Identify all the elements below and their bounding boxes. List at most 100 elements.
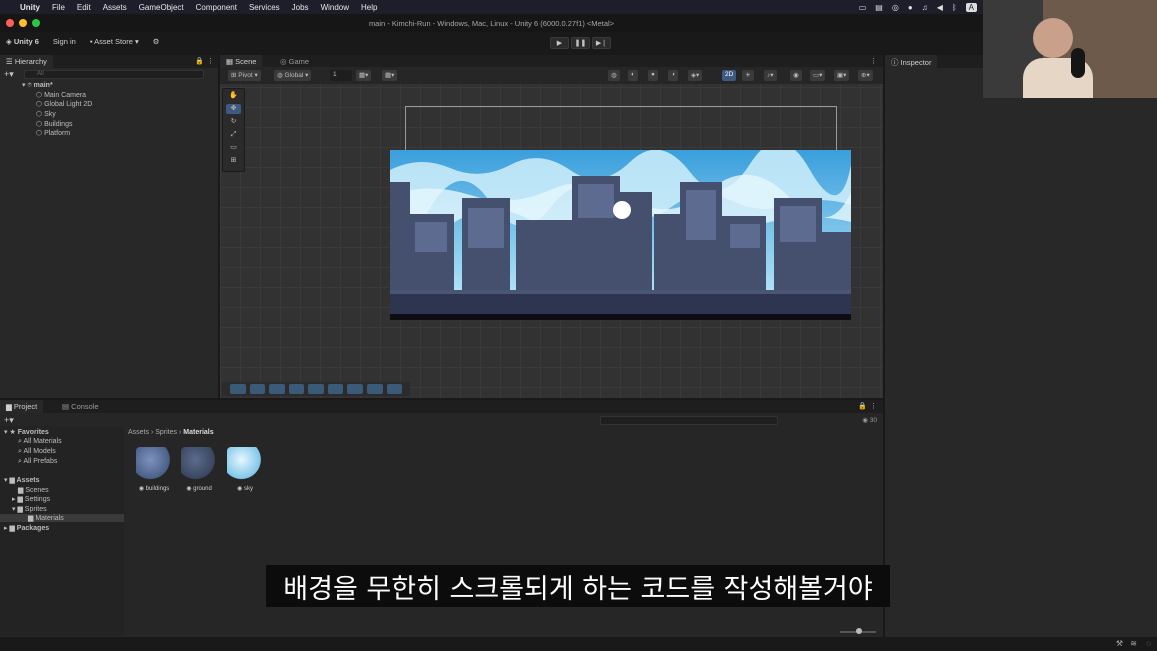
input-source-icon[interactable]: A <box>965 2 977 12</box>
progress-icon[interactable]: ◌ <box>1146 639 1151 648</box>
overlay-zoom-icon[interactable] <box>327 384 344 394</box>
draw-mode-dropdown[interactable]: ◈▾ <box>688 70 703 81</box>
overlay-layers-icon[interactable] <box>366 384 383 394</box>
grid-size-field[interactable]: 1 <box>330 70 352 81</box>
zoom-window-button[interactable] <box>32 19 40 27</box>
packages-folder[interactable]: ▸ ▆ Packages <box>4 524 49 532</box>
zoom-slider[interactable] <box>840 628 876 634</box>
hierarchy-item-platform[interactable]: ⬡ Platform <box>36 129 70 137</box>
close-window-button[interactable] <box>6 19 14 27</box>
favorite-all-models[interactable]: ⌕ All Models <box>18 448 56 456</box>
hierarchy-search-input[interactable]: All <box>24 70 204 79</box>
move-tool-icon[interactable]: ✥ <box>226 104 241 114</box>
toggle-2d-button[interactable]: 2D <box>722 70 737 81</box>
overlay-sprite-icon[interactable] <box>269 384 285 394</box>
render-wireframe-icon[interactable]: ◍ <box>608 70 620 81</box>
menu-file[interactable]: File <box>52 3 65 12</box>
breadcrumb-assets[interactable]: Assets <box>128 429 149 436</box>
hierarchy-item-global-light[interactable]: ⬡ Global Light 2D <box>36 100 92 108</box>
favorites-header[interactable]: ▾ ★ Favorites <box>4 428 49 436</box>
lighting-toggle-icon[interactable]: ☀ <box>742 70 754 81</box>
menu-edit[interactable]: Edit <box>77 3 91 12</box>
favorite-all-prefabs[interactable]: ⌕ All Prefabs <box>18 458 57 466</box>
folder-materials[interactable]: ▆ Materials <box>0 514 124 522</box>
menu-assets[interactable]: Assets <box>103 3 127 12</box>
minimize-window-button[interactable] <box>19 19 27 27</box>
more-menu-icon[interactable]: ⋮ <box>870 57 877 65</box>
scene-root-item[interactable]: ▾ ⌾ main* <box>22 81 53 90</box>
breadcrumb-materials[interactable]: Materials <box>183 429 213 436</box>
create-asset-button[interactable]: +▾ <box>4 415 14 426</box>
audio-toggle-icon[interactable]: ♪▾ <box>764 70 777 81</box>
assets-folder[interactable]: ▾ ▆ Assets <box>4 476 40 484</box>
overlay-move-icon[interactable] <box>347 384 363 394</box>
overlay-grid-icon[interactable] <box>249 384 266 394</box>
overlay-swap-icon[interactable] <box>386 384 403 394</box>
app-status-icon[interactable]: ● <box>908 3 913 12</box>
asset-ground[interactable]: ◉ ground <box>181 447 217 492</box>
lock-icon[interactable]: 🔒 <box>858 402 867 410</box>
unity-account-button[interactable]: ◈ Unity 6 <box>6 37 39 46</box>
render-lit-icon[interactable]: ● <box>648 70 658 81</box>
hand-tool-icon[interactable]: ✋ <box>226 91 241 101</box>
tab-console[interactable]: ▤ Console <box>56 400 105 413</box>
render-unlit-icon[interactable]: ◑ <box>668 70 678 81</box>
overlay-rect-icon[interactable] <box>230 384 246 394</box>
menu-gameobject[interactable]: GameObject <box>139 3 184 12</box>
favorite-all-materials[interactable]: ⌕ All Materials <box>18 438 62 446</box>
bug-icon[interactable]: ⚒ <box>1116 639 1123 648</box>
menu-component[interactable]: Component <box>196 3 237 12</box>
scale-tool-icon[interactable]: ⤢ <box>226 130 241 140</box>
tab-project[interactable]: ▆ Project <box>0 400 44 413</box>
menu-window[interactable]: Window <box>321 3 349 12</box>
volume-icon[interactable]: ◀ <box>937 3 943 12</box>
bluetooth-icon[interactable]: ᛒ <box>952 3 957 12</box>
screen-record-icon[interactable]: ▭ <box>859 3 867 12</box>
step-button[interactable]: ▶❘ <box>592 37 611 49</box>
lock-icon[interactable]: 🔒 <box>195 57 204 65</box>
visibility-icon[interactable]: ◉ <box>790 70 802 81</box>
folder-settings[interactable]: ▸ ▆ Settings <box>12 495 50 503</box>
folder-scenes[interactable]: ▆ Scenes <box>18 486 49 494</box>
zoom-slider-handle[interactable] <box>856 628 862 634</box>
tab-hierarchy[interactable]: ☰ Hierarchy <box>0 55 53 68</box>
project-search-input[interactable] <box>600 416 778 425</box>
more-menu-icon[interactable]: ⋮ <box>207 57 214 65</box>
folder-sprites[interactable]: ▾ ▆ Sprites <box>12 505 47 513</box>
menu-services[interactable]: Services <box>249 3 280 12</box>
breadcrumb-sprites[interactable]: Sprites <box>155 429 177 436</box>
menu-jobs[interactable]: Jobs <box>292 3 309 12</box>
asset-buildings[interactable]: ◉ buildings <box>136 447 172 492</box>
display-icon[interactable]: ▤ <box>875 3 883 12</box>
sign-in-button[interactable]: Sign in <box>53 37 76 46</box>
add-object-button[interactable]: +▾ <box>4 69 14 80</box>
layers-icon[interactable]: ≋ <box>1130 639 1137 648</box>
settings-gear-icon[interactable]: ⚙ <box>153 37 160 46</box>
tab-inspector[interactable]: ⓘ Inspector <box>885 55 938 68</box>
rect-tool-icon[interactable]: ▭ <box>226 143 241 153</box>
transform-tool-icon[interactable]: ⊞ <box>226 156 241 166</box>
hierarchy-item-sky[interactable]: ⬡ Sky <box>36 110 56 118</box>
menu-help[interactable]: Help <box>361 3 377 12</box>
rotate-tool-icon[interactable]: ↻ <box>226 117 241 127</box>
grid-dropdown[interactable]: ▦▾ <box>382 70 398 81</box>
menu-app-name[interactable]: Unity <box>20 3 40 12</box>
play-button[interactable]: ▶ <box>550 37 569 49</box>
asset-sky[interactable]: ◉ sky <box>227 447 263 492</box>
headphones-icon[interactable]: ♫ <box>922 3 928 12</box>
pivot-dropdown[interactable]: ⊞ Pivot ▾ <box>228 70 261 81</box>
hierarchy-item-buildings[interactable]: ⬡ Buildings <box>36 120 72 128</box>
render-shaded-icon[interactable]: ◐ <box>628 70 638 81</box>
pause-button[interactable]: ❚❚ <box>571 37 590 49</box>
snap-dropdown[interactable]: ▦▾ <box>356 70 372 81</box>
creative-cloud-icon[interactable]: ◎ <box>892 3 899 12</box>
asset-store-button[interactable]: ▪ Asset Store ▾ <box>90 37 139 46</box>
overlay-circle-icon[interactable] <box>288 384 305 394</box>
more-menu-icon[interactable]: ⋮ <box>870 402 877 410</box>
hierarchy-item-main-camera[interactable]: ⬡ Main Camera <box>36 91 86 99</box>
orientation-gizmo-icon[interactable]: ⊕▾ <box>858 70 873 81</box>
overlay-paint-icon[interactable] <box>308 384 324 394</box>
gizmos-dropdown[interactable]: ▣▾ <box>834 70 850 81</box>
global-dropdown[interactable]: ◍ Global ▾ <box>274 70 312 81</box>
scene-camera-dropdown[interactable]: ▭▾ <box>810 70 826 81</box>
